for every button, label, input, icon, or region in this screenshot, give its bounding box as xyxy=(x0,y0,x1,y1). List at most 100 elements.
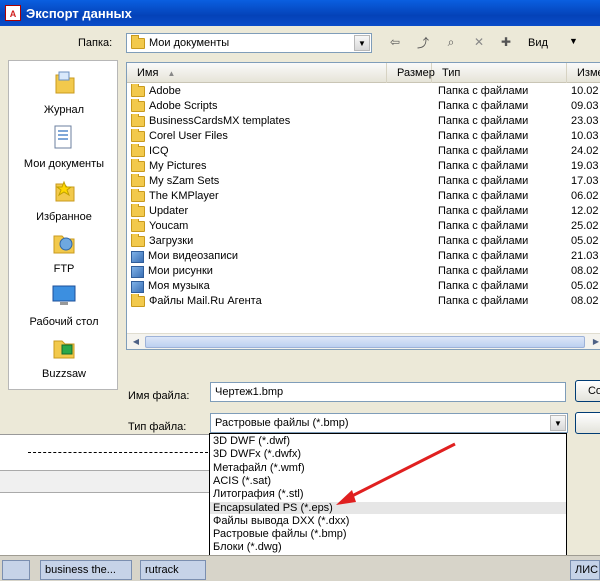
folder-icon xyxy=(131,234,145,247)
list-item[interactable]: Моя музыка Папка с файлами 05.02 xyxy=(127,279,600,294)
search-web-icon[interactable]: ⌕ xyxy=(442,33,460,51)
file-name: My sZam Sets xyxy=(149,175,220,187)
list-item[interactable]: Файлы Mail.Ru Агента Папка с файлами 08.02 xyxy=(127,294,600,309)
list-item[interactable]: ICQ Папка с файлами 24.02 xyxy=(127,144,600,159)
folder-icon xyxy=(131,99,145,112)
file-name-cell: Adobe Scripts xyxy=(131,99,385,114)
system-folder-icon xyxy=(131,265,144,278)
up-folder-icon[interactable]: ⤴ xyxy=(414,33,432,51)
file-name-cell: Adobe xyxy=(131,84,385,99)
column-type[interactable]: Тип xyxy=(432,63,567,83)
list-item[interactable]: My sZam Sets Папка с файлами 17.03 xyxy=(127,174,600,189)
place-buzzsaw[interactable]: Buzzsaw xyxy=(9,333,119,380)
file-modified: 19.03 xyxy=(571,160,599,172)
file-modified: 12.02 xyxy=(571,205,599,217)
list-item[interactable]: Youcam Папка с файлами 25.02 xyxy=(127,219,600,234)
file-modified: 09.03 xyxy=(571,100,599,112)
place-ftp[interactable]: FTP xyxy=(9,228,119,275)
chevron-down-icon[interactable]: ▼ xyxy=(354,35,370,51)
taskbar: business the... rutrack ЛИС xyxy=(0,555,600,581)
file-name: BusinessCardsMX templates xyxy=(149,115,291,127)
file-type: Папка с файлами xyxy=(438,130,529,142)
taskbar-item[interactable]: business the... xyxy=(40,560,132,580)
filetype-option[interactable]: Растровые файлы (*.bmp) xyxy=(210,528,566,540)
horizontal-scrollbar[interactable]: ◀ ▶ xyxy=(127,333,600,349)
filetype-option[interactable]: Файлы вывода DXX (*.dxx) xyxy=(210,515,566,527)
file-name: Моя музыка xyxy=(148,280,210,292)
file-modified: 06.02 xyxy=(571,190,599,202)
list-item[interactable]: Мои рисунки Папка с файлами 08.02 xyxy=(127,264,600,279)
taskbar-quicklaunch[interactable] xyxy=(2,560,30,580)
file-name-cell: Моя музыка xyxy=(131,279,385,294)
place-desktop[interactable]: Рабочий стол xyxy=(9,281,119,328)
places-bar: Журнал Мои документы Избранное FTP Рабоч… xyxy=(8,60,118,390)
file-modified: 17.03 xyxy=(571,175,599,187)
model-tabs-area xyxy=(0,470,209,492)
view-label: Вид xyxy=(528,37,548,49)
list-item[interactable]: Adobe Папка с файлами 10.02 xyxy=(127,84,600,99)
list-item[interactable]: My Pictures Папка с файлами 19.03 xyxy=(127,159,600,174)
list-item[interactable]: The KMPlayer Папка с файлами 06.02 xyxy=(127,189,600,204)
place-favorites[interactable]: Избранное xyxy=(9,176,119,223)
file-type: Папка с файлами xyxy=(438,100,529,112)
folder-combo[interactable]: Мои документы ▼ xyxy=(126,33,372,53)
place-my-documents[interactable]: Мои документы xyxy=(9,123,119,170)
file-name: Adobe xyxy=(149,85,181,97)
filetype-combo[interactable]: Растровые файлы (*.bmp) ▼ xyxy=(210,413,568,433)
file-type: Папка с файлами xyxy=(438,250,529,262)
column-modified[interactable]: Измен xyxy=(567,63,600,83)
chevron-down-icon[interactable]: ▼ xyxy=(550,415,566,431)
scroll-right-icon[interactable]: ▶ xyxy=(588,335,600,349)
cancel-button[interactable] xyxy=(575,412,600,434)
column-size[interactable]: Размер xyxy=(387,63,435,83)
place-history[interactable]: Журнал xyxy=(9,69,119,116)
file-type: Папка с файлами xyxy=(438,115,529,127)
file-modified: 10.02 xyxy=(571,85,599,97)
file-modified: 10.03 xyxy=(571,130,599,142)
taskbar-item[interactable]: rutrack xyxy=(140,560,206,580)
list-item[interactable]: Мои видеозаписи Папка с файлами 21.03 xyxy=(127,249,600,264)
folder-icon xyxy=(131,189,145,202)
file-list[interactable]: Имя ▲ Размер Тип Измен Adobe Папка с файл… xyxy=(126,62,600,350)
red-arrow-annotation xyxy=(336,442,456,505)
filetype-option[interactable]: Блоки (*.dwg) xyxy=(210,541,566,553)
ftp-icon xyxy=(53,235,75,254)
list-header: Имя ▲ Размер Тип Измен xyxy=(127,63,600,83)
file-name-cell: Загрузки xyxy=(131,234,385,249)
file-type: Папка с файлами xyxy=(438,160,529,172)
system-folder-icon xyxy=(131,250,144,263)
taskbar-item[interactable]: ЛИС xyxy=(570,560,600,580)
file-modified: 21.03 xyxy=(571,250,599,262)
back-icon[interactable]: ⇦ xyxy=(386,33,404,51)
list-item[interactable]: Adobe Scripts Папка с файлами 09.03 xyxy=(127,99,600,114)
save-button[interactable]: Со xyxy=(575,380,600,402)
column-name[interactable]: Имя ▲ xyxy=(127,63,387,83)
file-name-cell: Мои видеозаписи xyxy=(131,249,385,264)
file-name: ICQ xyxy=(149,145,169,157)
delete-icon[interactable]: ✕ xyxy=(470,33,488,51)
file-name-cell: Мои рисунки xyxy=(131,264,385,279)
filetype-label: Тип файла: xyxy=(128,421,187,433)
list-item[interactable]: BusinessCardsMX templates Папка с файлами… xyxy=(127,114,600,129)
view-dropdown-icon[interactable]: ▼ xyxy=(569,36,578,46)
autocad-icon: A xyxy=(5,5,21,21)
file-name-cell: My Pictures xyxy=(131,159,385,174)
list-item[interactable]: Corel User Files Папка с файлами 10.03 xyxy=(127,129,600,144)
list-item[interactable]: Updater Папка с файлами 12.02 xyxy=(127,204,600,219)
file-type: Папка с файлами xyxy=(438,280,529,292)
scroll-thumb[interactable] xyxy=(145,336,585,348)
buzzsaw-icon xyxy=(53,340,75,359)
file-type: Папка с файлами xyxy=(438,190,529,202)
list-item[interactable]: Загрузки Папка с файлами 05.02 xyxy=(127,234,600,249)
title-bar[interactable]: A Экспорт данных xyxy=(0,0,600,26)
place-label: Избранное xyxy=(36,211,92,223)
file-type: Папка с файлами xyxy=(438,295,529,307)
filename-input[interactable]: Чертеж1.bmp xyxy=(210,382,566,402)
history-icon xyxy=(55,71,75,94)
file-name: Adobe Scripts xyxy=(149,100,218,112)
new-folder-icon[interactable]: ✚ xyxy=(497,33,515,51)
scroll-left-icon[interactable]: ◀ xyxy=(128,335,144,349)
file-modified: 24.02 xyxy=(571,145,599,157)
folder-icon xyxy=(131,174,145,187)
view-menu-button[interactable]: Вид xyxy=(528,37,548,49)
